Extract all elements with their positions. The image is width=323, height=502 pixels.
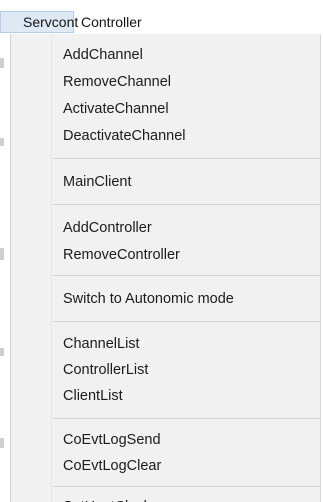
menu-controller[interactable]: Controller xyxy=(81,12,142,32)
menu-separator xyxy=(53,486,321,487)
background-window-edge xyxy=(0,348,4,356)
menu-item-set-host-clock[interactable]: SetHostClock xyxy=(63,493,151,502)
background-window-edge xyxy=(0,138,4,146)
menu-item-activate-channel[interactable]: ActivateChannel xyxy=(63,95,169,123)
menu-item-deactivate-channel[interactable]: DeactivateChannel xyxy=(63,122,186,150)
menu-item-coevtlog-send[interactable]: CoEvtLogSend xyxy=(63,426,161,454)
menu-icon-column-divider xyxy=(51,34,52,502)
menu-item-channel-list[interactable]: ChannelList xyxy=(63,330,140,358)
menu-item-client-list[interactable]: ClientList xyxy=(63,382,123,410)
background-window-edge xyxy=(0,248,4,260)
menu-separator xyxy=(53,158,321,159)
menu-item-switch-autonomic-mode[interactable]: Switch to Autonomic mode xyxy=(63,285,234,313)
menu-item-add-channel[interactable]: AddChannel xyxy=(63,41,143,69)
menu-item-add-controller[interactable]: AddController xyxy=(63,214,152,242)
menu-item-coevtlog-clear[interactable]: CoEvtLogClear xyxy=(63,452,161,480)
background-window-edge xyxy=(0,438,4,448)
menu-item-main-client[interactable]: MainClient xyxy=(63,168,132,196)
menu-item-remove-controller[interactable]: RemoveController xyxy=(63,241,180,269)
menu-item-remove-channel[interactable]: RemoveChannel xyxy=(63,68,171,96)
menu-separator xyxy=(53,204,321,205)
menu-separator xyxy=(53,275,321,276)
background-window-edge xyxy=(0,58,4,68)
menu-servcont[interactable]: Servcont xyxy=(0,11,78,33)
menu-separator xyxy=(53,418,321,419)
menu-separator xyxy=(53,321,321,322)
servcont-dropdown-menu: AddChannel RemoveChannel ActivateChannel… xyxy=(10,34,321,502)
menu-item-controller-list[interactable]: ControllerList xyxy=(63,356,148,384)
